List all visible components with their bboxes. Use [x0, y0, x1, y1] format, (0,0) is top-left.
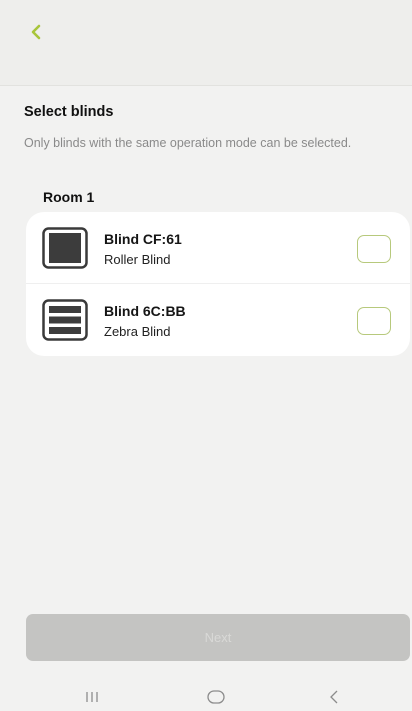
blind-name: Blind 6C:BB: [104, 303, 186, 319]
blind-name: Blind CF:61: [104, 231, 182, 247]
blind-list-card: Blind CF:61 Roller Blind Blind 6C:BB Zeb…: [26, 212, 410, 356]
home-icon: [207, 690, 225, 704]
next-button[interactable]: Next: [26, 614, 410, 661]
recents-button[interactable]: [62, 683, 122, 711]
roller-blind-icon: [42, 227, 88, 269]
zebra-blind-icon: [42, 299, 88, 341]
blind-checkbox[interactable]: [357, 235, 391, 263]
room-label: Room 1: [43, 189, 95, 205]
system-back-button[interactable]: [304, 683, 364, 711]
blind-row[interactable]: Blind CF:61 Roller Blind: [26, 212, 410, 284]
app-header: [0, 0, 412, 86]
recents-icon: [86, 692, 98, 702]
chevron-left-icon: [31, 24, 41, 40]
page-subtitle: Only blinds with the same operation mode…: [24, 136, 352, 150]
back-button[interactable]: [22, 18, 50, 46]
system-nav-bar: [0, 683, 412, 711]
blind-row[interactable]: Blind 6C:BB Zebra Blind: [26, 284, 410, 356]
home-button[interactable]: [186, 683, 246, 711]
blind-type: Roller Blind: [104, 252, 171, 267]
page-title: Select blinds: [24, 104, 114, 120]
blind-type: Zebra Blind: [104, 324, 171, 339]
blind-checkbox[interactable]: [357, 307, 391, 335]
system-back-icon: [330, 690, 338, 704]
